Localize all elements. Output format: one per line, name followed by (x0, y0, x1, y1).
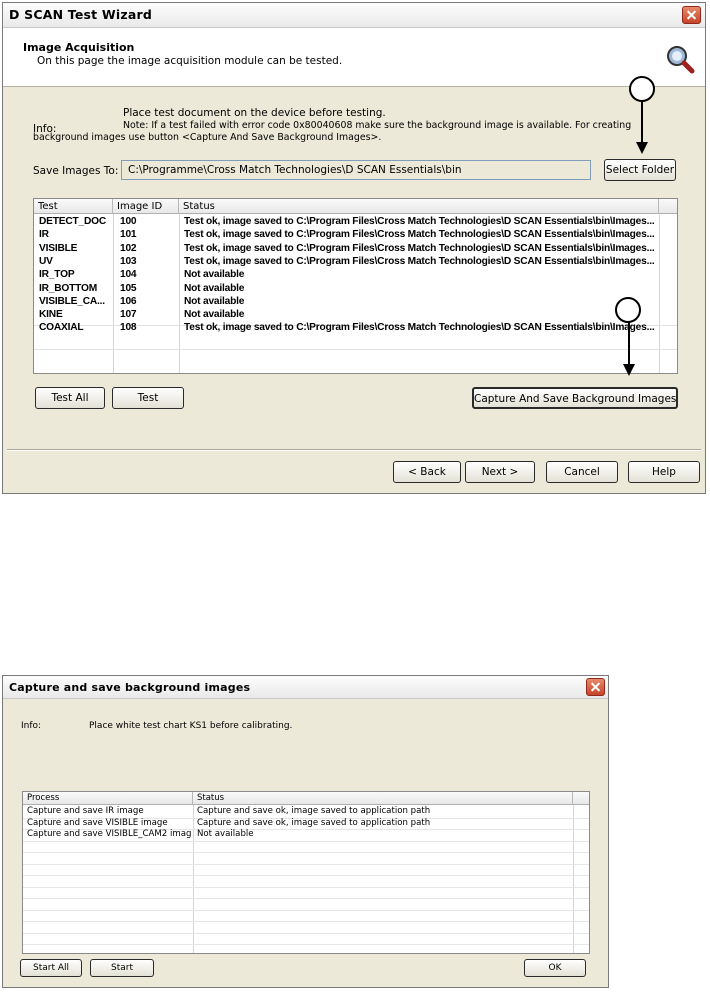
dialog-close-icon[interactable] (586, 678, 605, 696)
callout-arrow-1 (641, 101, 643, 144)
help-button[interactable]: Help (628, 461, 700, 483)
test-name-cell: IR_TOP (39, 269, 75, 281)
image-id-cell: 102 (120, 242, 137, 254)
image-id-cell: 104 (120, 269, 137, 281)
process-status-table[interactable]: Process Status Capture and save IR image… (22, 791, 590, 954)
column-header-dialog-status[interactable]: Status (193, 792, 573, 805)
callout-arrow-2 (628, 322, 630, 366)
status-cell: Test ok, image saved to C:\Program Files… (184, 229, 654, 241)
test-name-cell: UV (39, 255, 53, 267)
callout-arrowhead-2 (623, 364, 635, 376)
image-id-cell: 105 (120, 282, 137, 294)
status-cell: Test ok, image saved to C:\Program Files… (184, 242, 654, 254)
select-folder-button[interactable]: Select Folder (604, 159, 676, 181)
dialog-info-text: Place white test chart KS1 before calibr… (89, 721, 293, 731)
callout-marker-1 (629, 76, 655, 102)
title-bar: D SCAN Test Wizard (3, 3, 705, 28)
ok-button[interactable]: OK (524, 959, 586, 977)
column-header-process[interactable]: Process (23, 792, 193, 805)
back-button[interactable]: < Back (393, 461, 461, 483)
start-all-button[interactable]: Start All (20, 959, 82, 977)
status-cell: Not available (184, 309, 245, 321)
column-header-test[interactable]: Test (34, 199, 113, 214)
process-status-cell: Not available (197, 829, 254, 839)
test-name-cell: KINE (39, 309, 63, 321)
list-item[interactable]: Capture and save VISIBLE_CAM2 image Not a… (23, 829, 573, 841)
column-header-spacer (659, 199, 677, 214)
cancel-button[interactable]: Cancel (546, 461, 618, 483)
background-capture-dialog: Capture and save background images Info:… (2, 675, 609, 988)
info-line-1: Place test document on the device before… (123, 107, 386, 119)
process-cell: Capture and save VISIBLE image (27, 817, 168, 828)
status-cell: Test ok, image saved to C:\Program Files… (184, 255, 654, 267)
start-button[interactable]: Start (90, 959, 154, 977)
test-name-cell: VISIBLE_CA... (39, 295, 105, 307)
test-all-button[interactable]: Test All (35, 387, 105, 409)
test-wizard-window: D SCAN Test Wizard Image Acquisition On … (2, 2, 706, 494)
column-header-status[interactable]: Status (179, 199, 659, 214)
test-name-cell: IR (39, 229, 49, 241)
magnifier-icon (667, 46, 695, 74)
column-header-dialog-spacer (573, 792, 589, 805)
table-row[interactable]: COAXIAL 108 Test ok, image saved to C:\Pro… (34, 322, 659, 335)
dialog-info-label: Info: (21, 721, 42, 731)
info-line-3: background images use button <Capture An… (33, 132, 382, 143)
table-row[interactable]: DETECT_DOC 100 Test ok, image saved to C:\… (34, 216, 659, 229)
test-name-cell: COAXIAL (39, 322, 84, 334)
list-item[interactable]: Capture and save VISIBLE image Capture an… (23, 818, 573, 830)
process-cell: Capture and save IR image (27, 806, 144, 816)
table-row[interactable]: UV 103 Test ok, image saved to C:\Program … (34, 256, 659, 269)
info-line-2: Note: If a test failed with error code 0… (123, 120, 632, 131)
test-button[interactable]: Test (112, 387, 184, 409)
table-row[interactable]: VISIBLE_CA... 106 Not available (34, 296, 659, 309)
save-images-label: Save Images To: (33, 165, 119, 177)
next-button[interactable]: Next > (465, 461, 535, 483)
table-row[interactable]: VISIBLE 102 Test ok, image saved to C:\Pro… (34, 243, 659, 256)
status-cell: Not available (184, 295, 245, 307)
capture-and-save-background-button[interactable]: Capture And Save Background Images (472, 387, 678, 409)
dialog-title-bar: Capture and save background images (3, 676, 608, 699)
image-id-cell: 103 (120, 255, 137, 267)
table-row[interactable]: IR 101 Test ok, image saved to C:\Program … (34, 229, 659, 242)
table-row[interactable]: IR_TOP 104 Not available (34, 269, 659, 282)
callout-arrowhead-1 (636, 142, 648, 154)
status-cell: Not available (184, 282, 245, 294)
status-cell: Not available (184, 269, 245, 281)
image-id-cell: 100 (120, 216, 137, 227)
image-id-cell: 101 (120, 229, 137, 241)
test-name-cell: VISIBLE (39, 242, 78, 254)
save-path-field[interactable]: C:\Programme\Cross Match Technologies\D … (121, 160, 591, 180)
callout-marker-2 (615, 297, 641, 323)
test-name-cell: IR_BOTTOM (39, 282, 98, 294)
process-status-cell: Capture and save ok, image saved to appl… (197, 806, 431, 816)
test-results-table[interactable]: Test Image ID Status DETECT_DOC 100 Test o… (33, 198, 678, 374)
page-subtitle: On this page the image acquisition modul… (37, 55, 343, 67)
test-name-cell: DETECT_DOC (39, 216, 107, 227)
image-id-cell: 108 (120, 322, 137, 334)
close-icon[interactable] (682, 6, 701, 24)
window-title: D SCAN Test Wizard (9, 7, 152, 22)
footer-separator (7, 449, 701, 451)
process-status-cell: Capture and save ok, image saved to appl… (197, 817, 431, 828)
dialog-title: Capture and save background images (9, 681, 251, 694)
process-cell: Capture and save VISIBLE_CAM2 image (27, 829, 191, 839)
table-row[interactable]: KINE 107 Not available (34, 309, 659, 322)
image-id-cell: 106 (120, 295, 137, 307)
list-item[interactable]: Capture and save IR image Capture and sav… (23, 806, 573, 818)
status-cell: Test ok, image saved to C:\Program Files… (184, 216, 654, 227)
table-row[interactable]: IR_BOTTOM 105 Not available (34, 283, 659, 296)
wizard-header: Image Acquisition On this page the image… (3, 28, 705, 87)
page-title: Image Acquisition (23, 41, 135, 54)
save-path-value: C:\Programme\Cross Match Technologies\D … (128, 164, 462, 176)
column-header-image-id[interactable]: Image ID (113, 199, 179, 214)
status-cell: Test ok, image saved to C:\Program Files… (184, 322, 654, 334)
image-id-cell: 107 (120, 309, 137, 321)
